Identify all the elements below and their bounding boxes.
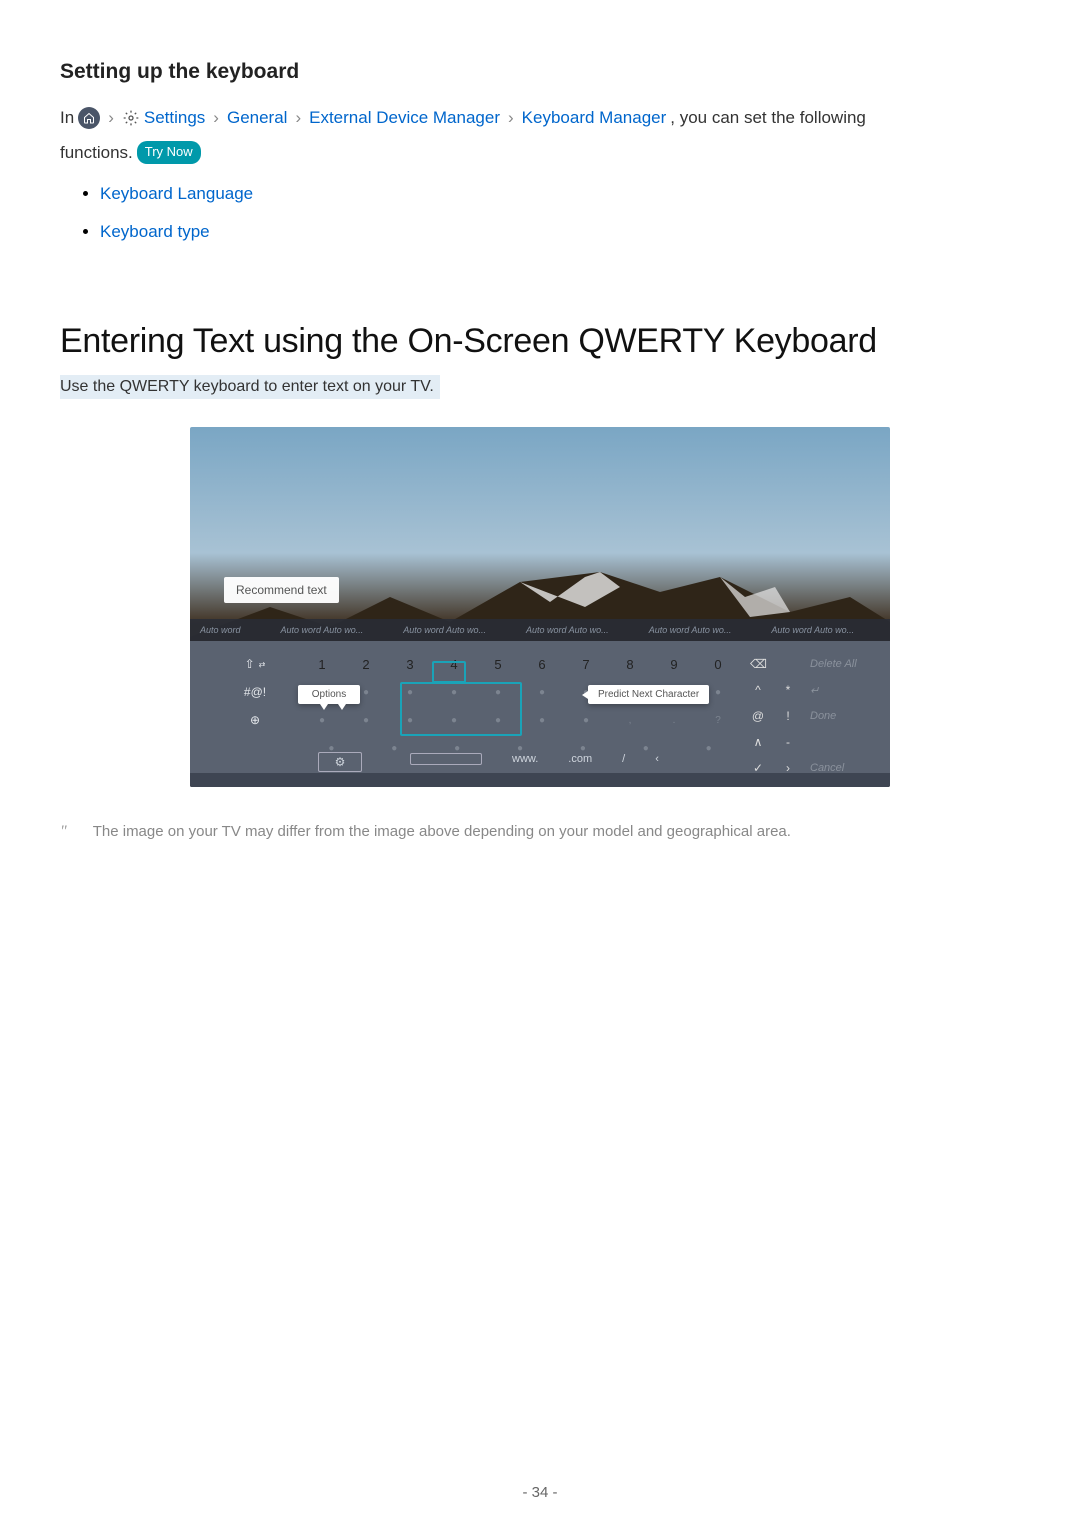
- gear-icon: [122, 109, 140, 127]
- note-icon: ": [60, 823, 67, 841]
- bottom-hint-bar: [190, 773, 890, 787]
- key[interactable]: ,: [608, 715, 652, 726]
- key-3[interactable]: 3: [388, 657, 432, 672]
- option-keyboard-language[interactable]: Keyboard Language: [100, 184, 253, 203]
- symbols-key[interactable]: #@!: [244, 683, 266, 701]
- key-9[interactable]: 9: [652, 657, 696, 672]
- key-6[interactable]: 6: [520, 657, 564, 672]
- recommend-text-popup[interactable]: Recommend text: [224, 577, 339, 603]
- key-slash[interactable]: /: [622, 753, 625, 765]
- key[interactable]: ●: [489, 743, 552, 754]
- suggestion-item[interactable]: Auto word: [200, 625, 241, 635]
- highlight-box: [432, 661, 466, 683]
- key-0[interactable]: 0: [696, 657, 740, 672]
- spacebar-row: www. .com / ‹: [410, 753, 659, 765]
- chevron-icon: ›: [295, 104, 301, 131]
- key[interactable]: ●: [520, 715, 564, 726]
- key-7[interactable]: 7: [564, 657, 608, 672]
- suggestion-item[interactable]: Auto word Auto wo...: [281, 625, 364, 635]
- key-star[interactable]: *: [780, 683, 796, 697]
- breadcrumb-keyboard-manager[interactable]: Keyboard Manager: [522, 104, 667, 131]
- options-list: Keyboard Language Keyboard type: [60, 184, 1020, 242]
- keyboard-settings-button[interactable]: ⚙: [318, 752, 362, 772]
- key[interactable]: ●: [344, 715, 388, 726]
- suggestion-item[interactable]: Auto word Auto wo...: [403, 625, 486, 635]
- page-number: - 34 -: [0, 1484, 1080, 1501]
- key[interactable]: ●: [300, 715, 344, 726]
- key-com[interactable]: .com: [568, 753, 592, 765]
- lead-text: Use the QWERTY keyboard to enter text on…: [60, 375, 440, 399]
- number-row: 1 2 3 4 5 6 7 8 9 0: [300, 653, 740, 675]
- chevron-icon: ›: [108, 104, 114, 131]
- key-at[interactable]: @: [750, 709, 766, 723]
- text-in: In: [60, 104, 74, 131]
- key-2[interactable]: 2: [344, 657, 388, 672]
- key[interactable]: ●: [677, 743, 740, 754]
- page-title: Entering Text using the On-Screen QWERTY…: [60, 322, 1020, 361]
- globe-key[interactable]: ⊕: [250, 711, 260, 729]
- suggestion-item[interactable]: Auto word Auto wo...: [649, 625, 732, 635]
- home-icon: [78, 107, 100, 129]
- list-item: Keyboard Language: [100, 184, 1020, 204]
- key[interactable]: ●: [564, 715, 608, 726]
- text-functions: functions.: [60, 139, 133, 166]
- key-1[interactable]: 1: [300, 657, 344, 672]
- key-8[interactable]: 8: [608, 657, 652, 672]
- para-line2: functions. Try Now: [60, 139, 1020, 166]
- option-keyboard-type[interactable]: Keyboard type: [100, 222, 210, 241]
- key-www[interactable]: www.: [512, 753, 538, 765]
- breadcrumb-settings[interactable]: Settings: [144, 104, 205, 131]
- key[interactable]: ?: [696, 715, 740, 726]
- done-button[interactable]: Done: [810, 710, 836, 722]
- delete-all-button[interactable]: Delete All: [810, 658, 857, 670]
- key[interactable]: ●: [614, 743, 677, 754]
- key-up[interactable]: ∧: [750, 735, 766, 749]
- section-heading: Setting up the keyboard: [60, 60, 1020, 84]
- highlight-box: [400, 682, 522, 736]
- suggestion-item[interactable]: Auto word Auto wo...: [526, 625, 609, 635]
- try-now-button[interactable]: Try Now: [137, 141, 201, 164]
- footnote: " The image on your TV may differ from t…: [60, 823, 1020, 841]
- list-item: Keyboard type: [100, 222, 1020, 242]
- key-caret[interactable]: ^: [750, 683, 766, 697]
- backspace-key[interactable]: ⌫: [750, 657, 766, 671]
- suggestion-bar: Auto word Auto word Auto wo... Auto word…: [190, 619, 890, 641]
- tv-screenshot: Recommend text Auto word Auto word Auto …: [190, 427, 890, 787]
- chevron-icon: ›: [508, 104, 514, 131]
- key[interactable]: .: [652, 715, 696, 726]
- keyboard-right-column: ⌫Delete All ^*↵ @!Done ∧- ✓›Cancel: [750, 653, 860, 779]
- predict-popup[interactable]: Predict Next Character: [588, 685, 709, 704]
- options-popup[interactable]: Options: [298, 685, 360, 704]
- key-5[interactable]: 5: [476, 657, 520, 672]
- text-tail: , you can set the following: [670, 104, 866, 131]
- suggestion-item[interactable]: Auto word Auto wo...: [771, 625, 854, 635]
- breadcrumb-external-device-manager[interactable]: External Device Manager: [309, 104, 500, 131]
- enter-key[interactable]: ↵: [810, 684, 819, 697]
- key[interactable]: ●: [363, 743, 426, 754]
- tv-frame: Recommend text Auto word Auto word Auto …: [190, 427, 890, 787]
- key[interactable]: ●: [520, 687, 564, 698]
- key-left-arrow[interactable]: ‹: [655, 753, 659, 765]
- spacebar-key[interactable]: [410, 753, 482, 765]
- chevron-icon: ›: [213, 104, 219, 131]
- shift-key[interactable]: ⇧⇄: [245, 655, 266, 673]
- key-excl[interactable]: !: [780, 709, 796, 723]
- breadcrumb-paragraph: In › Settings › General › External Devic…: [60, 104, 1020, 131]
- note-text: The image on your TV may differ from the…: [93, 823, 791, 840]
- keyboard-left-column: ⇧⇄ #@! ⊕: [220, 653, 290, 779]
- breadcrumb-general[interactable]: General: [227, 104, 287, 131]
- keyboard-panel: ⇧⇄ #@! ⊕ 1 2 3 4 5 6 7 8 9 0: [190, 641, 890, 787]
- key-dash[interactable]: -: [780, 735, 796, 749]
- key[interactable]: ●: [426, 743, 489, 754]
- key[interactable]: ●: [551, 743, 614, 754]
